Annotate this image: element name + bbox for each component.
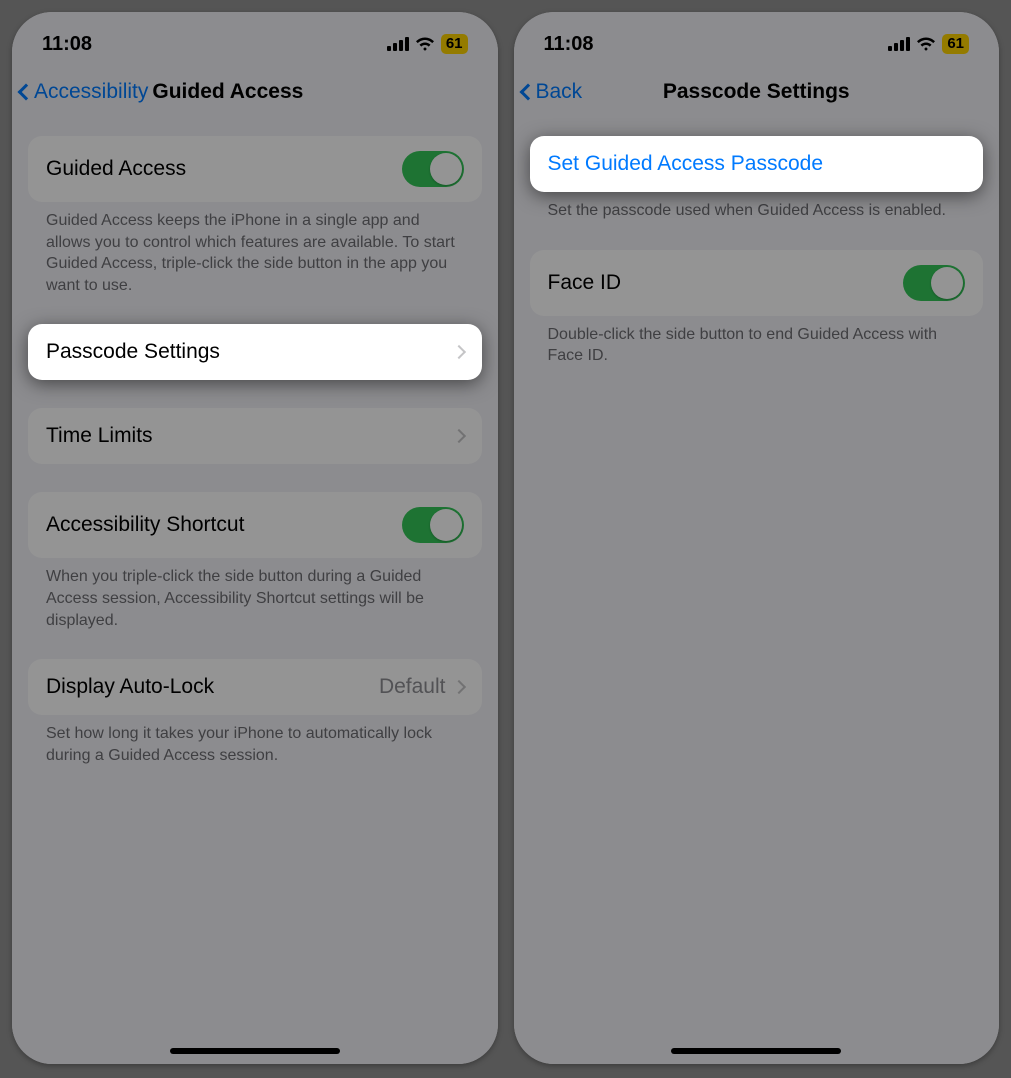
accessibility-shortcut-footer: When you triple-click the side button du… [28, 558, 482, 631]
cellular-icon [888, 37, 910, 51]
passcode-settings-label: Passcode Settings [46, 340, 220, 364]
set-passcode-label: Set Guided Access Passcode [548, 152, 824, 176]
page-title: Guided Access [152, 80, 303, 104]
passcode-settings-row[interactable]: Passcode Settings [28, 324, 482, 380]
display-autolock-label: Display Auto-Lock [46, 675, 214, 699]
back-chevron-icon [18, 84, 35, 101]
screenshot-left: 11:08 61 Accessibility Guided Access Gui… [12, 12, 498, 1064]
faceid-label: Face ID [548, 271, 622, 295]
home-indicator[interactable] [170, 1048, 340, 1054]
nav-bar: Back Passcode Settings [514, 66, 1000, 118]
battery-badge: 61 [441, 34, 468, 54]
home-indicator[interactable] [671, 1048, 841, 1054]
screenshot-right: 11:08 61 Back Passcode Settings Set Guid… [514, 12, 1000, 1064]
chevron-right-icon [451, 680, 465, 694]
display-autolock-row[interactable]: Display Auto-Lock Default [28, 659, 482, 715]
nav-bar: Accessibility Guided Access [12, 66, 498, 118]
page-title: Passcode Settings [514, 80, 1000, 104]
faceid-toggle[interactable] [903, 265, 965, 301]
back-label: Accessibility [34, 80, 148, 104]
time-limits-label: Time Limits [46, 424, 153, 448]
guided-access-footer: Guided Access keeps the iPhone in a sing… [28, 202, 482, 296]
chevron-right-icon [451, 345, 465, 359]
wifi-icon [415, 37, 435, 51]
display-autolock-value: Default [379, 675, 446, 699]
chevron-right-icon [451, 429, 465, 443]
back-button[interactable]: Accessibility [20, 80, 148, 104]
set-passcode-footer: Set the passcode used when Guided Access… [530, 192, 984, 222]
status-time: 11:08 [42, 33, 92, 56]
status-bar: 11:08 61 [12, 12, 498, 66]
set-passcode-row[interactable]: Set Guided Access Passcode [530, 136, 984, 192]
accessibility-shortcut-label: Accessibility Shortcut [46, 513, 244, 537]
accessibility-shortcut-toggle[interactable] [402, 507, 464, 543]
guided-access-toggle-row[interactable]: Guided Access [28, 136, 482, 202]
cellular-icon [387, 37, 409, 51]
time-limits-row[interactable]: Time Limits [28, 408, 482, 464]
battery-badge: 61 [942, 34, 969, 54]
status-time: 11:08 [544, 33, 594, 56]
status-bar: 11:08 61 [514, 12, 1000, 66]
guided-access-label: Guided Access [46, 157, 186, 181]
faceid-footer: Double-click the side button to end Guid… [530, 316, 984, 367]
accessibility-shortcut-row[interactable]: Accessibility Shortcut [28, 492, 482, 558]
faceid-row[interactable]: Face ID [530, 250, 984, 316]
wifi-icon [916, 37, 936, 51]
display-autolock-footer: Set how long it takes your iPhone to aut… [28, 715, 482, 766]
guided-access-toggle[interactable] [402, 151, 464, 187]
